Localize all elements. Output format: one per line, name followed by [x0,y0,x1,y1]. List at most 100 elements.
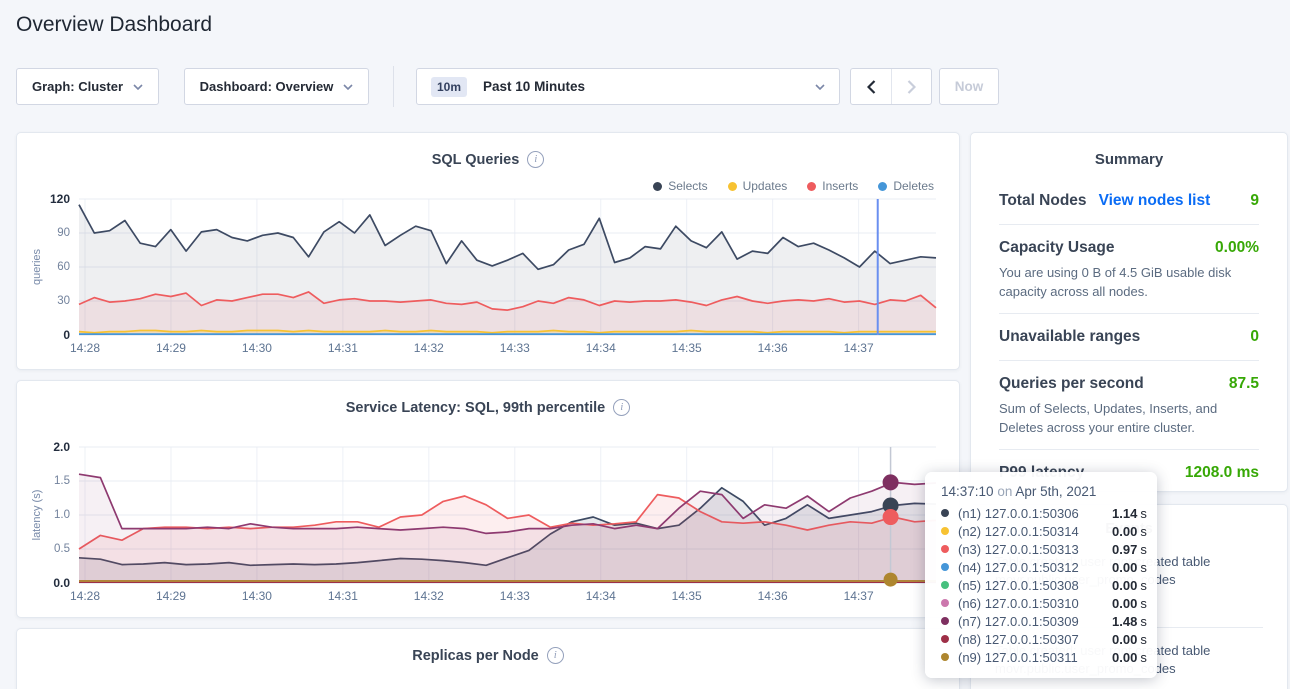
x-tick-label: 14:34 [586,341,616,355]
total-nodes-value: 9 [1250,190,1259,212]
legend-item-inserts[interactable]: Inserts [807,179,858,193]
time-range-badge: 10m [431,77,467,97]
sql-queries-panel: SQL Queries i Selects Updates Inserts Delet… [16,132,960,370]
total-nodes-label: Total Nodes [999,190,1087,212]
chevron-left-icon [867,80,876,94]
chevron-down-icon [133,84,143,90]
y-tick-label: 1.5 [54,475,70,487]
time-range-nav [850,68,932,105]
node-latency-value: 0.97 [1112,542,1137,557]
chart-title-replicas: Replicas per Node [412,648,539,664]
summary-row-unavailable-ranges: Unavailable ranges 0 [999,326,1259,348]
unavailable-ranges-value: 0 [1250,326,1259,348]
tooltip-row: (n6) 127.0.0.1:503100.00s [941,594,1141,612]
legend-item-selects[interactable]: Selects [653,179,707,193]
service-latency-chart[interactable]: 14:2814:2914:3014:3114:3214:3314:3414:35… [79,447,936,583]
tooltip-timestamp: 14:37:10 on Apr 5th, 2021 [941,484,1141,499]
node-color-dot [941,545,949,553]
tooltip-row: (n5) 127.0.0.1:503080.00s [941,576,1141,594]
tooltip-row: (n8) 127.0.0.1:503070.00s [941,630,1141,648]
node-latency-unit: s [1140,578,1147,593]
legend-item-updates[interactable]: Updates [728,179,788,193]
info-icon[interactable]: i [547,647,564,664]
y-axis-title: queries [31,249,43,285]
previous-range-button[interactable] [851,69,891,104]
node-latency-value: 0.00 [1112,578,1137,593]
y-tick-label: 1.0 [54,509,70,521]
p99-latency-value: 1208.0 ms [1185,462,1259,484]
chart-canvas [79,447,936,583]
unavailable-ranges-label: Unavailable ranges [999,326,1140,348]
node-latency-unit: s [1140,596,1147,611]
node-latency-unit: s [1140,632,1147,647]
chart-legend: Selects Updates Inserts Deletes [653,179,934,193]
chevron-down-icon [343,84,353,90]
x-tick-label: 14:30 [242,341,272,355]
node-address: (n7) 127.0.0.1:50309 [958,614,1106,629]
toolbar-divider [393,66,394,107]
x-tick-label: 14:28 [70,589,100,603]
info-icon[interactable]: i [527,151,544,168]
chart-hover-tooltip: 14:37:10 on Apr 5th, 2021 (n1) 127.0.0.1… [925,472,1157,678]
x-tick-label: 14:29 [156,589,186,603]
y-tick-label: 60 [57,261,70,273]
x-tick-label: 14:34 [586,589,616,603]
node-latency-value: 0.00 [1112,596,1137,611]
tooltip-row: (n9) 127.0.0.1:503110.00s [941,648,1141,666]
node-address: (n2) 127.0.0.1:50314 [958,524,1106,539]
x-tick-label: 14:33 [500,341,530,355]
legend-item-deletes[interactable]: Deletes [878,179,934,193]
info-icon[interactable]: i [613,399,630,416]
node-address: (n6) 127.0.0.1:50310 [958,596,1106,611]
node-latency-unit: s [1140,542,1147,557]
x-tick-label: 14:37 [844,341,874,355]
legend-label: Inserts [822,179,858,193]
summary-row-capacity: Capacity Usage 0.00% [999,237,1259,259]
dashboard-dropdown[interactable]: Dashboard: Overview [184,68,369,105]
now-button[interactable]: Now [939,68,999,105]
time-range-dropdown[interactable]: 10m Past 10 Minutes [416,68,840,105]
node-address: (n1) 127.0.0.1:50306 [958,506,1106,521]
x-tick-label: 14:30 [242,589,272,603]
tooltip-time: 14:37:10 [941,484,994,499]
legend-dot [653,182,662,191]
chart-title-sql-queries: SQL Queries [432,152,520,168]
node-latency-value: 0.00 [1112,560,1137,575]
node-color-dot [941,581,949,589]
y-tick-label: 30 [57,295,70,307]
view-nodes-list-link[interactable]: View nodes list [1099,190,1211,212]
legend-dot [728,182,737,191]
tooltip-row: (n7) 127.0.0.1:503091.48s [941,612,1141,630]
node-color-dot [941,527,949,535]
node-latency-value: 1.48 [1112,614,1137,629]
legend-dot [807,182,816,191]
next-range-button[interactable] [891,69,931,104]
node-color-dot [941,617,949,625]
tooltip-date: Apr 5th, 2021 [1015,484,1096,499]
sql-queries-chart[interactable]: 14:2814:2914:3014:3114:3214:3314:3414:35… [79,199,936,335]
y-tick-label: 2.0 [53,440,70,454]
x-tick-label: 14:32 [414,589,444,603]
node-address: (n8) 127.0.0.1:50307 [958,632,1106,647]
graph-scope-dropdown[interactable]: Graph: Cluster [16,68,159,105]
y-tick-label: 0.0 [53,576,70,590]
dashboard-label: Dashboard: Overview [200,79,334,94]
summary-row-qps: Queries per second 87.5 [999,373,1259,395]
node-address: (n5) 127.0.0.1:50308 [958,578,1106,593]
legend-dot [878,182,887,191]
overview-dashboard-page: Overview Dashboard Graph: Cluster Dashbo… [0,0,1290,689]
divider [999,360,1259,361]
qps-label: Queries per second [999,373,1144,395]
legend-label: Updates [743,179,788,193]
qps-value: 87.5 [1229,373,1259,395]
node-color-dot [941,563,949,571]
page-title: Overview Dashboard [16,13,212,37]
x-tick-label: 14:31 [328,589,358,603]
node-latency-unit: s [1140,650,1147,665]
summary-row-total-nodes: Total Nodes View nodes list 9 [999,190,1259,212]
legend-label: Selects [668,179,707,193]
node-color-dot [941,635,949,643]
x-tick-label: 14:37 [844,589,874,603]
tooltip-row: (n4) 127.0.0.1:503120.00s [941,558,1141,576]
x-tick-label: 14:36 [758,589,788,603]
